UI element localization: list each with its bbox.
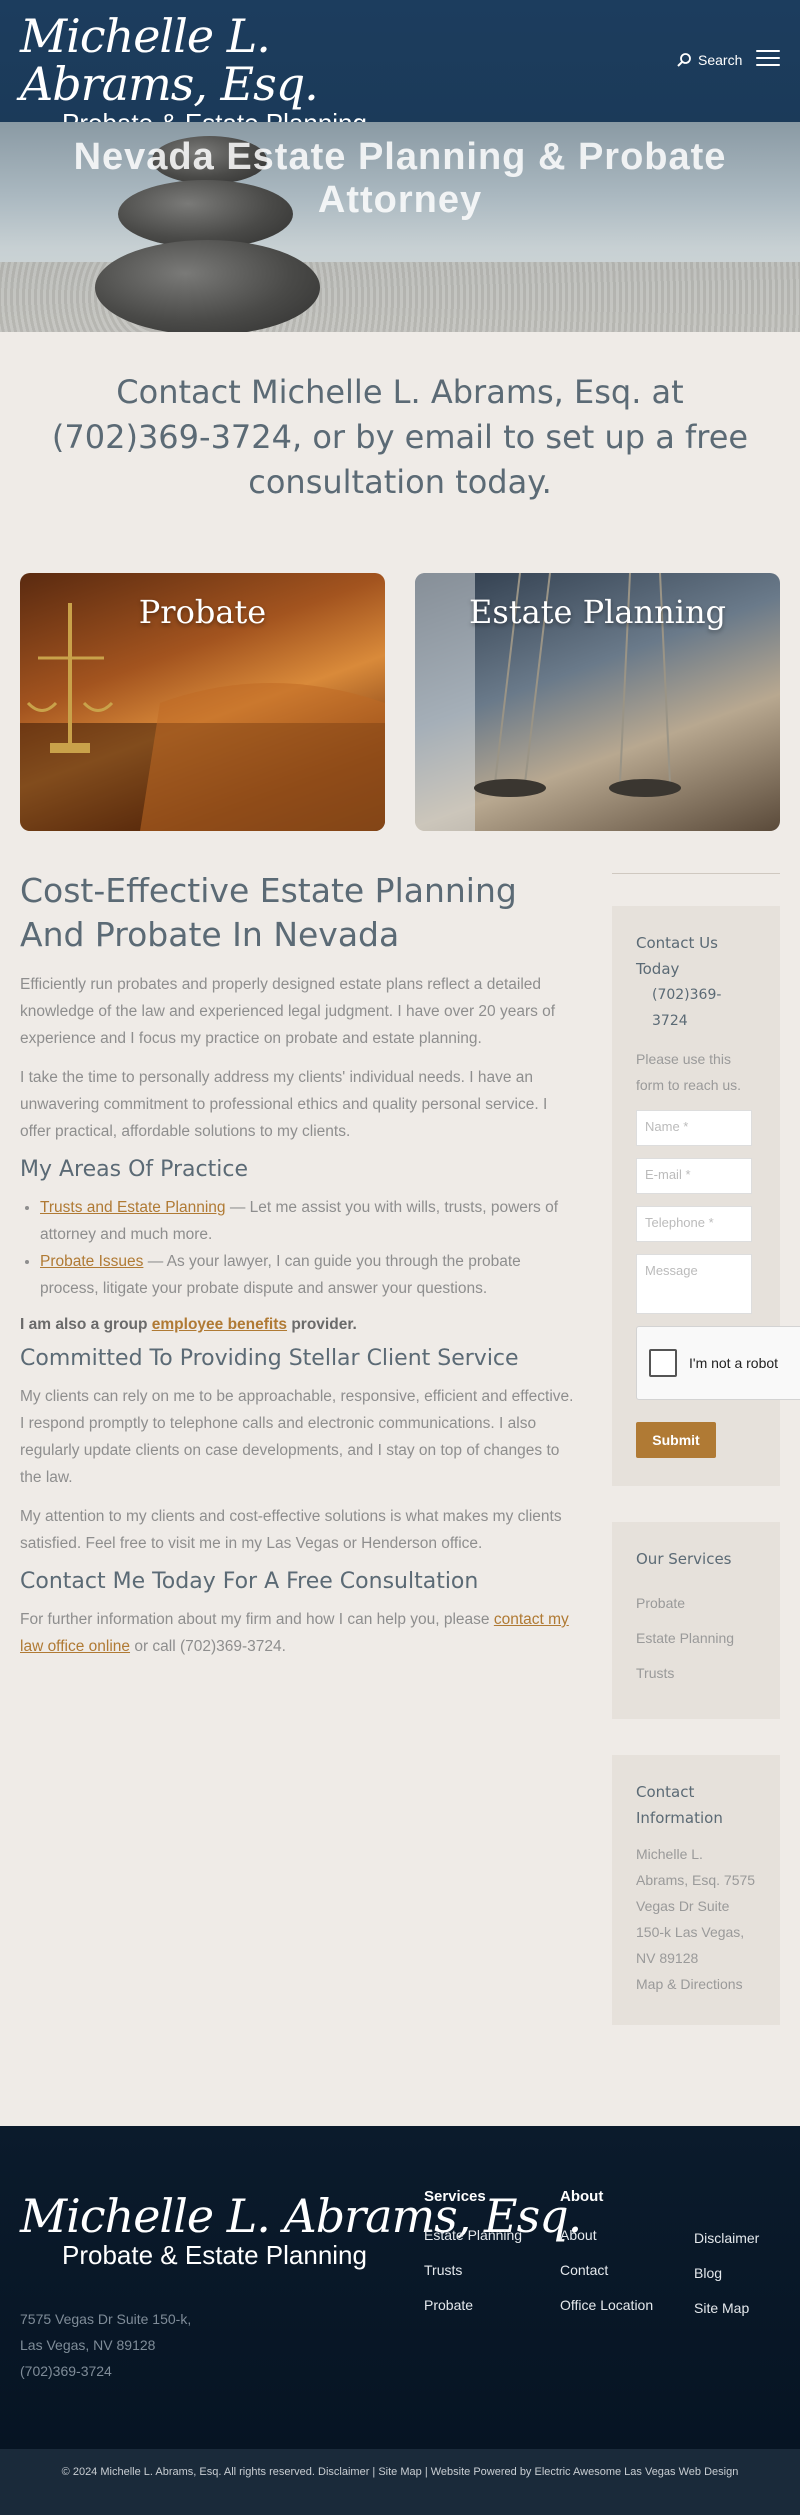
footer-services-heading: Services bbox=[424, 2188, 486, 2205]
list-item: Trusts and Estate Planning — Let me assi… bbox=[40, 1194, 582, 1248]
service-link-estate-planning[interactable]: Estate Planning bbox=[636, 1621, 756, 1656]
contact-pre-text: For further information about my firm an… bbox=[20, 1611, 494, 1628]
services-widget: Our Services Probate Estate Planning Tru… bbox=[612, 1522, 780, 1719]
list-item: Probate Issues — As your lawyer, I can g… bbox=[40, 1248, 582, 1302]
services-widget-title: Our Services bbox=[636, 1550, 732, 1568]
telephone-field[interactable]: Telephone * bbox=[636, 1206, 752, 1242]
footer-address: 7575 Vegas Dr Suite 150-k, Las Vegas, NV… bbox=[20, 2306, 191, 2384]
footer-link-disclaimer[interactable]: Disclaimer bbox=[694, 2226, 794, 2251]
contact-info-widget: Contact Information Michelle L. Abrams, … bbox=[612, 1755, 780, 2025]
areas-list: Trusts and Estate Planning — Let me assi… bbox=[40, 1194, 582, 1302]
subfooter-disclaimer-link[interactable]: Disclaimer bbox=[318, 2466, 369, 2478]
employee-benefits-link[interactable]: employee benefits bbox=[152, 1316, 287, 1333]
web-design-link[interactable]: Las Vegas Web Design bbox=[624, 2466, 738, 2478]
footer-address-line1: 7575 Vegas Dr Suite 150-k, bbox=[20, 2311, 192, 2327]
logo-script-text: Michelle L. Abrams, Esq. bbox=[20, 9, 319, 111]
name-field[interactable]: Name * bbox=[636, 1110, 752, 1146]
contact-paragraph: For further information about my firm an… bbox=[20, 1606, 582, 1660]
footer-link-sitemap[interactable]: Site Map bbox=[694, 2296, 794, 2321]
contact-widget-note: Please use this form to reach us. bbox=[636, 1051, 742, 1093]
intro-paragraph: Efficiently run probates and properly de… bbox=[20, 976, 556, 1047]
footer-about-col: About About Contact Office Location bbox=[560, 2188, 660, 2328]
page-title: Cost-Effective Estate Planning And Proba… bbox=[20, 871, 517, 954]
service-cards: Probate Estate Planning bbox=[0, 545, 800, 831]
services-list: Probate Estate Planning Trusts bbox=[636, 1586, 756, 1691]
search-icon bbox=[677, 53, 691, 67]
copyright-text: © 2024 Michelle L. Abrams, Esq. All righ… bbox=[61, 2466, 315, 2478]
stone-image bbox=[95, 240, 320, 332]
probate-card[interactable]: Probate bbox=[20, 573, 385, 831]
footer-address-line2: Las Vegas, NV 89128 bbox=[20, 2337, 156, 2353]
email-field[interactable]: E-mail * bbox=[636, 1158, 752, 1194]
powered-by-text: Website Powered by Electric Awesome bbox=[430, 2466, 622, 2478]
values-paragraph: I take the time to personally address my… bbox=[20, 1069, 548, 1140]
site-header: Michelle L. Abrams, Esq. Probate & Estat… bbox=[0, 0, 800, 138]
contact-info-title: Contact Information bbox=[636, 1783, 723, 1827]
footer-misc-col: Disclaimer Blog Site Map bbox=[694, 2226, 794, 2331]
hero-banner: Nevada Estate Planning & Probate Attorne… bbox=[0, 122, 800, 332]
site-footer: Michelle L. Abrams, Esq. Probate & Estat… bbox=[0, 2126, 800, 2449]
estate-planning-card[interactable]: Estate Planning bbox=[415, 573, 780, 831]
submit-button[interactable]: Submit bbox=[636, 1422, 716, 1458]
footer-link-contact[interactable]: Contact bbox=[560, 2258, 660, 2283]
group-pre-text: I am also a group bbox=[20, 1316, 152, 1333]
probate-issues-link[interactable]: Probate Issues bbox=[40, 1253, 143, 1270]
contact-widget-title: Contact Us Today bbox=[636, 934, 718, 978]
footer-link-trusts[interactable]: Trusts bbox=[424, 2258, 524, 2283]
footer-link-probate[interactable]: Probate bbox=[424, 2293, 524, 2318]
site-logo[interactable]: Michelle L. Abrams, Esq. Probate & Estat… bbox=[20, 12, 440, 138]
sub-footer: © 2024 Michelle L. Abrams, Esq. All righ… bbox=[0, 2449, 800, 2515]
office-address: Michelle L. Abrams, Esq. 7575 Vegas Dr S… bbox=[636, 1846, 756, 1966]
footer-services-col: Services Estate Planning Trusts Probate bbox=[424, 2188, 524, 2328]
subfooter-sitemap-link[interactable]: Site Map bbox=[378, 2466, 421, 2478]
contact-banner: Contact Michelle L. Abrams, Esq. at (702… bbox=[51, 373, 749, 501]
footer-about-heading: About bbox=[560, 2188, 604, 2205]
service-link-probate[interactable]: Probate bbox=[636, 1586, 756, 1621]
hero-title: Nevada Estate Planning & Probate Attorne… bbox=[73, 136, 727, 221]
contact-form-widget: Contact Us Today (702)369-3724 Please us… bbox=[612, 906, 800, 1486]
probate-card-title: Probate bbox=[138, 593, 267, 631]
group-benefits-line: I am also a group employee benefits prov… bbox=[20, 1316, 582, 1334]
estate-planning-card-title: Estate Planning bbox=[468, 593, 727, 631]
satisfaction-paragraph: My attention to my clients and cost-effe… bbox=[20, 1508, 562, 1552]
sidebar-divider bbox=[612, 873, 780, 874]
message-field[interactable]: Message bbox=[636, 1254, 752, 1314]
committed-heading: Committed To Providing Stellar Client Se… bbox=[20, 1346, 519, 1371]
contact-heading: Contact Me Today For A Free Consultation bbox=[20, 1569, 479, 1594]
recaptcha-label: I'm not a robot bbox=[689, 1355, 779, 1371]
recaptcha-checkbox[interactable] bbox=[649, 1349, 677, 1377]
service-link-trusts[interactable]: Trusts bbox=[636, 1656, 756, 1691]
footer-link-estate-planning[interactable]: Estate Planning bbox=[424, 2223, 524, 2248]
contact-widget-phone: (702)369-3724 bbox=[652, 987, 722, 1029]
areas-heading: My Areas Of Practice bbox=[20, 1157, 249, 1182]
trusts-estate-link[interactable]: Trusts and Estate Planning bbox=[40, 1199, 226, 1216]
group-post-text: provider. bbox=[287, 1316, 357, 1333]
main-content: Cost-Effective Estate Planning And Proba… bbox=[20, 869, 582, 2061]
search-button[interactable]: Search bbox=[676, 52, 742, 68]
sidebar: Contact Us Today (702)369-3724 Please us… bbox=[612, 869, 800, 2061]
service-paragraph: My clients can rely on me to be approach… bbox=[20, 1388, 574, 1486]
footer-link-about[interactable]: About bbox=[560, 2223, 660, 2248]
footer-link-blog[interactable]: Blog bbox=[694, 2261, 794, 2286]
footer-phone-link[interactable]: (702)369-3724 bbox=[20, 2363, 112, 2379]
footer-link-office-location[interactable]: Office Location bbox=[560, 2293, 660, 2318]
main-section: Cost-Effective Estate Planning And Proba… bbox=[0, 831, 800, 2061]
menu-icon[interactable] bbox=[756, 50, 780, 68]
map-directions-link[interactable]: Map & Directions bbox=[636, 1976, 743, 1992]
contact-post-text: or call (702)369-3724. bbox=[130, 1638, 286, 1655]
recaptcha-widget[interactable]: I'm not a robot bbox=[636, 1326, 800, 1400]
search-label: Search bbox=[698, 52, 743, 68]
